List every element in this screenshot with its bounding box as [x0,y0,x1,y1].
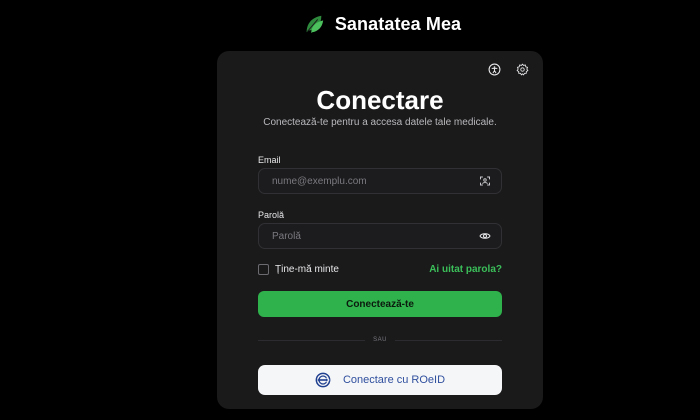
divider-text: SAU [373,337,387,343]
email-field-wrapper [258,168,502,194]
remember-label: Ține-mă minte [275,264,339,275]
card-toolbar [487,62,529,76]
page-title: Conectare [316,85,444,115]
email-label: Email [258,155,281,165]
roeid-login-button[interactable]: Conectare cu ROeID [258,365,502,395]
remember-checkbox[interactable] [258,264,269,275]
login-button[interactable]: Conectează-te [258,291,502,317]
gear-icon[interactable] [515,62,529,76]
leaf-icon [303,13,325,35]
face-scan-icon[interactable] [479,175,491,187]
forgot-password-link[interactable]: Ai uitat parola? [429,264,502,275]
password-field-wrapper [258,223,502,249]
accessibility-icon[interactable] [487,62,501,76]
page-subtitle: Conectează-te pentru a accesa datele tal… [263,117,497,128]
brand-logo: Sanatatea Mea [303,13,461,35]
remember-me[interactable]: Ține-mă minte [258,264,339,275]
divider-line-left [258,339,366,341]
brand-header: Sanatatea Mea [0,10,700,38]
eye-icon[interactable] [479,230,491,242]
password-label: Parolă [258,210,285,220]
roeid-label: Conectare cu ROeID [342,374,446,386]
email-field[interactable] [272,175,479,187]
divider: SAU [258,335,502,345]
divider-line-right [394,339,502,341]
brand-name: Sanatatea Mea [334,13,462,34]
password-field[interactable] [272,230,479,242]
login-card: Conectare Conectează-te pentru a accesa … [217,51,543,409]
roeid-logo-icon [315,372,331,388]
